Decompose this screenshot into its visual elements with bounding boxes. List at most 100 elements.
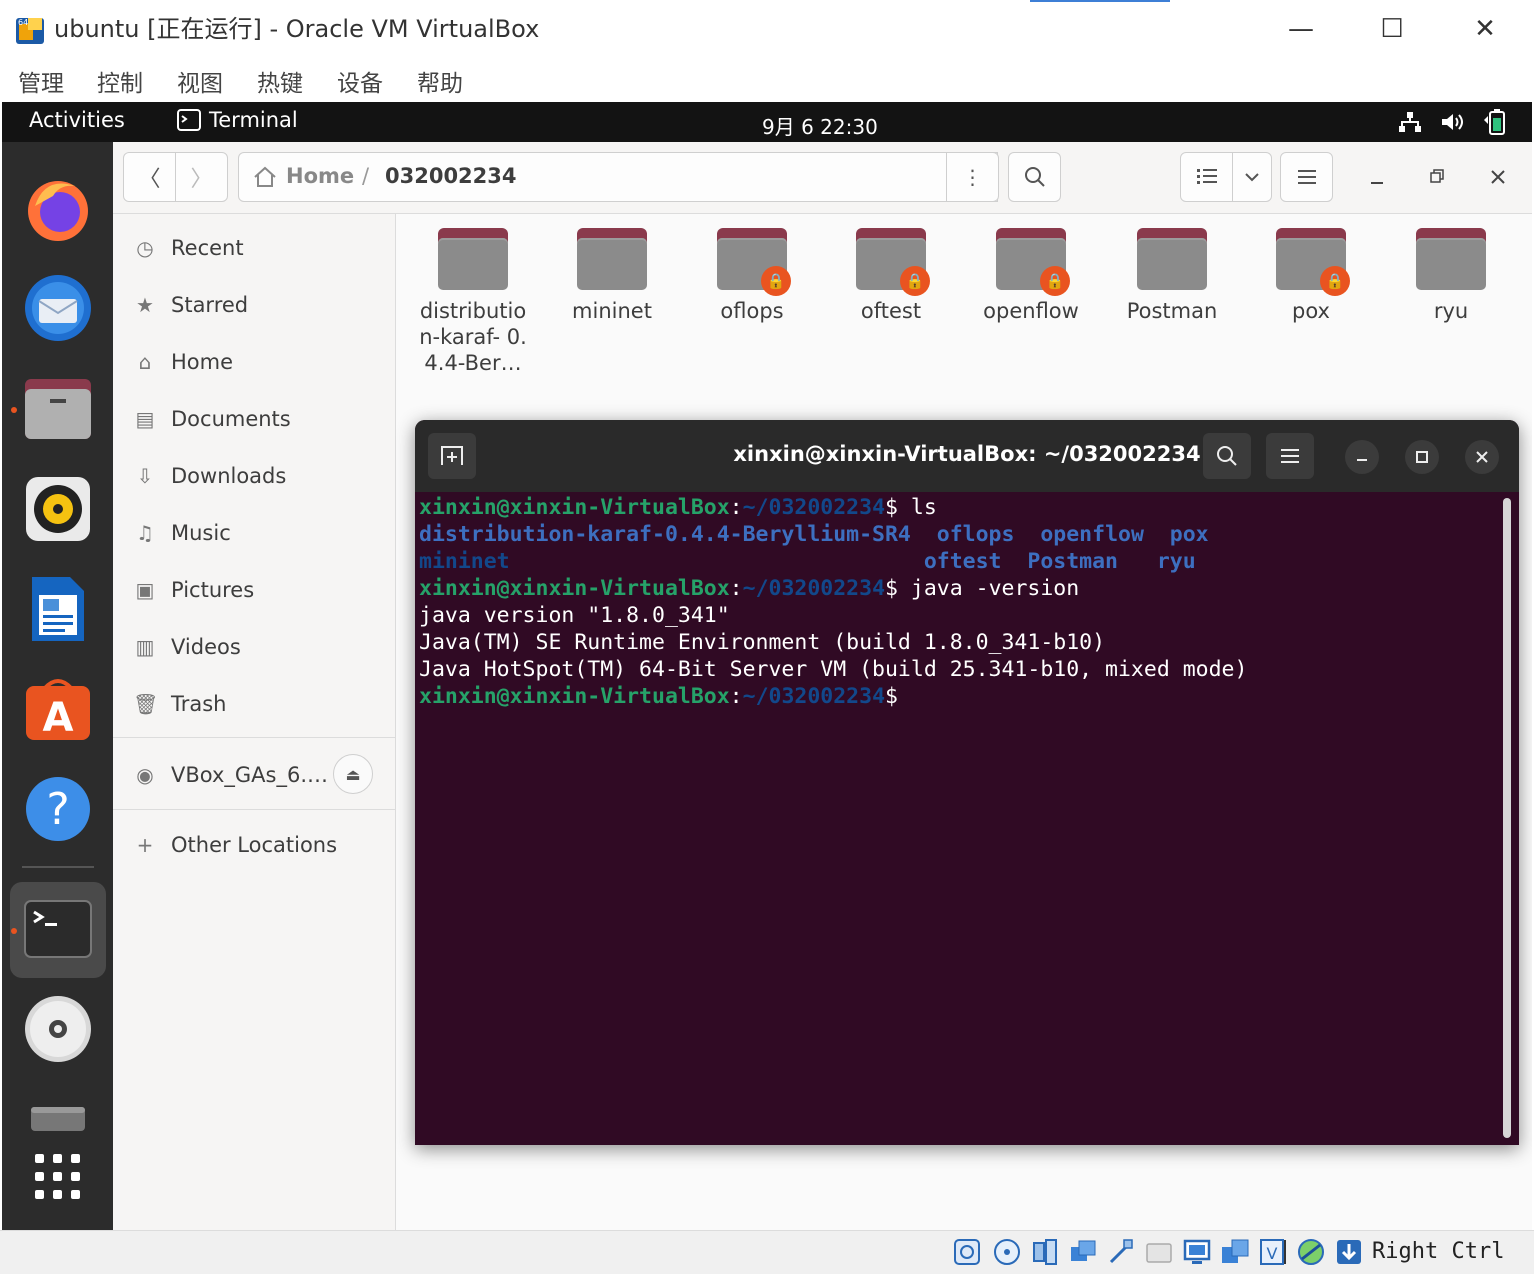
network-adapter-icon[interactable]	[1068, 1237, 1098, 1267]
folder-item[interactable]: 🔒 pox	[1251, 228, 1371, 324]
running-indicator	[11, 928, 17, 934]
display-icon[interactable]	[1182, 1237, 1212, 1267]
path-home[interactable]: Home	[286, 164, 354, 188]
terminal-line: Java HotSpot(TM) 64-Bit Server VM (build…	[419, 657, 1248, 682]
sidebar-item-music[interactable]: ♫ Music	[133, 513, 231, 553]
hard-disk-icon[interactable]	[952, 1237, 982, 1267]
terminal-scrollbar[interactable]	[1503, 498, 1511, 1138]
terminal-menu-button[interactable]	[1266, 433, 1314, 479]
sidebar-item-downloads[interactable]: ⇩ Downloads	[133, 456, 287, 496]
sidebar-item-label: Trash	[171, 692, 227, 716]
close-button[interactable]: ✕	[1455, 8, 1515, 50]
eject-button[interactable]: ⏏	[333, 754, 373, 794]
search-button[interactable]	[1008, 152, 1061, 202]
guest-additions-icon[interactable]	[1296, 1237, 1326, 1267]
dock-thunderbird[interactable]	[23, 273, 93, 343]
terminal-minimize-button[interactable]	[1345, 440, 1379, 474]
view-options-button[interactable]	[1232, 152, 1272, 202]
vm-icon[interactable]: V	[1258, 1237, 1288, 1267]
firefox-icon	[28, 181, 88, 241]
path-menu-button[interactable]: ⋮	[946, 152, 999, 202]
menu-machine[interactable]: 管理	[18, 64, 64, 98]
terminal-search-button[interactable]	[1203, 433, 1251, 479]
keyboard-capture-icon[interactable]	[1334, 1237, 1364, 1267]
clock[interactable]: 9月 6 22:30	[762, 111, 878, 140]
back-button[interactable]: 〈	[123, 152, 176, 202]
sidebar-item-vbox-gas[interactable]: ◉ VBox_GAs_6.…	[133, 755, 328, 795]
video-capture-icon[interactable]	[1220, 1237, 1250, 1267]
sidebar-item-trash[interactable]: 🗑 Trash	[133, 684, 227, 724]
folder-item[interactable]: mininet	[552, 228, 672, 324]
terminal-close-button[interactable]	[1465, 440, 1499, 474]
dvd-icon	[25, 996, 91, 1062]
dock-show-apps[interactable]	[23, 1142, 93, 1212]
path-current[interactable]: 032002234	[385, 164, 517, 188]
main-menu-button[interactable]	[1280, 152, 1333, 202]
menu-help[interactable]: 帮助	[417, 64, 463, 98]
maximize-button[interactable]: ☐	[1362, 8, 1422, 50]
close-icon[interactable]	[1490, 169, 1506, 185]
folder-label: Postman	[1126, 299, 1218, 323]
menu-devices[interactable]: 设备	[337, 64, 383, 98]
host-key-label: Right Ctrl	[1372, 1239, 1505, 1264]
home-icon: ⌂	[138, 350, 152, 374]
dock-help[interactable]: ?	[23, 774, 93, 844]
minimize-button[interactable]: —	[1271, 8, 1331, 50]
terminal-line: mininet oftest Postman ryu	[419, 549, 1196, 574]
network-icon[interactable]	[1398, 111, 1422, 133]
list-view-icon	[1196, 169, 1217, 184]
trash-icon: 🗑	[133, 692, 159, 716]
shared-folders-icon[interactable]	[1144, 1237, 1174, 1267]
show-apps-icon	[35, 1154, 80, 1199]
usb-icon[interactable]	[1106, 1237, 1136, 1267]
dock-terminal[interactable]	[23, 894, 93, 964]
dock-firefox[interactable]	[23, 174, 93, 244]
terminal-maximize-button[interactable]	[1405, 440, 1439, 474]
sidebar-item-documents[interactable]: ▤ Documents	[133, 399, 291, 439]
app-menu[interactable]: Terminal	[177, 108, 298, 132]
dock-writer[interactable]	[23, 574, 93, 644]
forward-button[interactable]: 〉	[175, 152, 228, 202]
folder-icon	[577, 228, 647, 290]
battery-icon[interactable]	[1482, 108, 1508, 136]
terminal-window[interactable]: xinxin@xinxin-VirtualBox: ~/032002234 xi…	[415, 420, 1519, 1145]
menu-hotkeys[interactable]: 热键	[257, 64, 303, 98]
menu-view[interactable]: 视图	[177, 64, 223, 98]
sidebar-item-starred[interactable]: ★ Starred	[133, 285, 248, 325]
optical-drive-icon[interactable]	[992, 1237, 1022, 1267]
sidebar-item-recent[interactable]: ◷ Recent	[133, 228, 243, 268]
sidebar-item-home[interactable]: ⌂ Home	[133, 342, 233, 382]
dock-software[interactable]: A	[23, 674, 93, 744]
folder-label: mininet	[572, 299, 652, 323]
menu-control[interactable]: 控制	[97, 64, 143, 98]
view-list-button[interactable]	[1180, 152, 1233, 202]
hamburger-icon	[1297, 170, 1316, 184]
sidebar-item-videos[interactable]: ▥ Videos	[133, 627, 241, 667]
dock-dvd[interactable]	[23, 994, 93, 1064]
restore-icon[interactable]	[1429, 168, 1445, 184]
vbox-titlebar: 64 ubuntu [正在运行] - Oracle VM VirtualBox …	[0, 0, 1534, 58]
drive-icon	[31, 1107, 85, 1131]
activities-button[interactable]: Activities	[29, 108, 125, 132]
volume-icon[interactable]	[1440, 111, 1466, 133]
audio-icon[interactable]	[1030, 1237, 1060, 1267]
sidebar-item-other-locations[interactable]: + Other Locations	[133, 825, 337, 865]
folder-item[interactable]: ryu	[1391, 228, 1511, 324]
terminal-output[interactable]: xinxin@xinxin-VirtualBox:~/032002234$ ls…	[419, 494, 1499, 1144]
sidebar-item-label: Downloads	[171, 464, 287, 488]
document-icon: ▤	[135, 407, 155, 431]
dock-files[interactable]	[23, 374, 93, 444]
folder-item[interactable]: 🔒 oflops	[692, 228, 812, 324]
dock-rhythmbox[interactable]	[23, 474, 93, 544]
sidebar-item-label: Documents	[171, 407, 291, 431]
lock-icon: 🔒	[900, 266, 930, 296]
folder-item[interactable]: distributio n-karaf- 0.4.4-Ber…	[413, 228, 533, 376]
vertical-dots-icon: ⋮	[962, 165, 983, 189]
folder-item[interactable]: Postman	[1112, 228, 1232, 324]
minimize-icon[interactable]	[1369, 172, 1385, 188]
star-icon: ★	[136, 293, 154, 317]
sidebar-item-pictures[interactable]: ▣ Pictures	[133, 570, 255, 610]
files-headerbar: 〈 〉 Home / 032002234 ⋮	[113, 142, 1532, 214]
folder-item[interactable]: 🔒 openflow	[971, 228, 1091, 324]
folder-item[interactable]: 🔒 oftest	[831, 228, 951, 324]
